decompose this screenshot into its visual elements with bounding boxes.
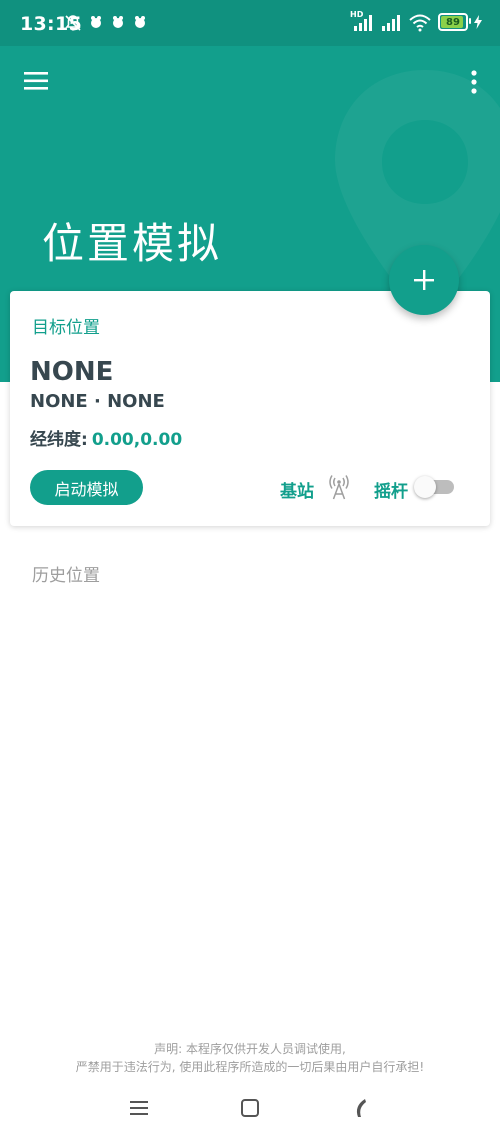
target-location-card: 目标位置 NONE NONE · NONE 经纬度: 0.00,0.00 启动模拟… bbox=[10, 291, 490, 526]
joystick-label: 摇杆 bbox=[374, 482, 408, 502]
back-icon[interactable] bbox=[352, 1097, 368, 1119]
location-name: NONE bbox=[30, 357, 114, 387]
joystick-toggle[interactable] bbox=[414, 476, 454, 498]
signal-strength-icon bbox=[382, 15, 400, 31]
coordinates-row: 经纬度: 0.00,0.00 bbox=[30, 425, 182, 450]
antenna-icon[interactable] bbox=[328, 474, 350, 500]
status-notification-icons bbox=[64, 14, 148, 32]
wifi-icon bbox=[409, 14, 431, 32]
status-bar: 13:15 HD 89 bbox=[0, 0, 500, 46]
add-location-button[interactable] bbox=[389, 245, 459, 315]
coordinates-label: 经纬度: bbox=[30, 430, 88, 450]
system-navigation-bar bbox=[0, 1090, 500, 1130]
disclaimer-line-1: 声明: 本程序仅供开发人员调试使用, bbox=[154, 1042, 346, 1056]
card-title: 目标位置 bbox=[32, 318, 100, 338]
bell-off-icon bbox=[65, 15, 81, 31]
base-station-label: 基站 bbox=[280, 482, 314, 502]
page-title: 位置模拟 bbox=[42, 219, 223, 268]
recent-apps-icon[interactable] bbox=[128, 1098, 150, 1118]
app-notification-icon bbox=[135, 16, 145, 28]
charging-icon bbox=[474, 15, 482, 29]
toggle-thumb bbox=[414, 476, 436, 498]
start-simulation-button[interactable]: 启动模拟 bbox=[30, 470, 143, 505]
status-system-icons: HD 89 bbox=[350, 10, 482, 32]
more-vertical-icon[interactable] bbox=[466, 68, 482, 96]
disclaimer-line-2: 严禁用于违法行为, 使用此程序所造成的一切后果由用户自行承担! bbox=[75, 1060, 425, 1074]
home-icon[interactable] bbox=[240, 1098, 260, 1118]
app-notification-icon bbox=[91, 16, 101, 28]
app-notification-icon bbox=[113, 16, 123, 28]
signal-strength-icon: HD bbox=[350, 10, 374, 32]
disclaimer: 声明: 本程序仅供开发人员调试使用, 严禁用于违法行为, 使用此程序所造成的一切… bbox=[0, 1040, 500, 1076]
battery-level: 89 bbox=[446, 16, 460, 28]
coordinates-value: 0.00,0.00 bbox=[91, 430, 183, 450]
battery-icon: 89 bbox=[438, 13, 471, 31]
location-detail: NONE · NONE bbox=[30, 391, 165, 412]
hamburger-menu-icon[interactable] bbox=[22, 68, 50, 94]
history-title: 历史位置 bbox=[32, 566, 100, 586]
plus-icon bbox=[414, 270, 434, 290]
